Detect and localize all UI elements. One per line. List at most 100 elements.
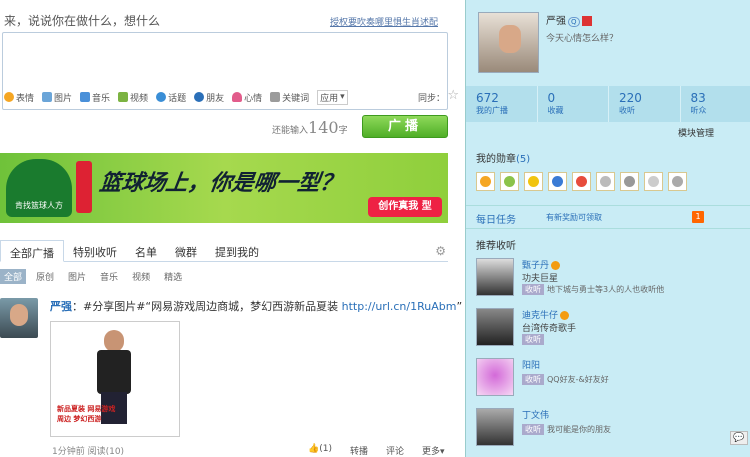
recommend-avatar[interactable] xyxy=(476,308,514,346)
recommend-name[interactable]: 迪克牛仔 xyxy=(522,308,570,321)
medal-icon[interactable] xyxy=(668,172,687,191)
rss-icon xyxy=(270,92,281,102)
stat-favorites[interactable]: 0 收藏 xyxy=(536,86,609,122)
like-button[interactable]: 👍(1) xyxy=(308,444,332,457)
photo-shirt xyxy=(97,350,131,394)
recommend-name[interactable]: 丁文伟 xyxy=(522,408,549,421)
tool-mood[interactable]: 心情 xyxy=(232,91,262,104)
medal-icon[interactable] xyxy=(572,172,591,191)
medal-icon[interactable] xyxy=(596,172,615,191)
medal-icon[interactable] xyxy=(524,172,543,191)
profile-name-row: 严强 Q xyxy=(546,12,592,27)
feed-item-text: 严强：#分享图片#“网易游戏周边商城，梦幻西游新品夏装 http://url.c… xyxy=(50,300,463,313)
tab-list[interactable]: 名单 xyxy=(126,240,166,261)
medal-icon[interactable] xyxy=(548,172,567,191)
composer-tip-link[interactable]: 授权要吹奏哪里惧生肖述配 xyxy=(330,15,438,28)
follow-button[interactable]: 收听 xyxy=(522,374,544,385)
recommend-item: 丁文伟 收听 我可能是你的朋友 xyxy=(476,408,746,448)
gear-icon[interactable]: ⚙ xyxy=(435,244,446,258)
drink-can-image xyxy=(76,161,92,213)
follow-button[interactable]: 收听 xyxy=(522,334,544,345)
stat-broadcasts[interactable]: 672 我的广播 xyxy=(466,86,537,122)
profile-status[interactable]: 今天心情怎么样？ xyxy=(546,31,618,44)
tool-apps[interactable]: 应用 ▾ xyxy=(317,89,348,105)
chat-icon[interactable]: 💬 xyxy=(730,431,748,445)
verified-icon xyxy=(560,311,570,320)
tool-video[interactable]: 视频 xyxy=(118,91,148,104)
comment-button[interactable]: 评论 xyxy=(386,444,404,457)
tab-mentions[interactable]: 提到我的 xyxy=(206,240,268,261)
recommend-item: 甄子丹 功夫巨星 收听 地下城与勇士等3人的人也收听他 xyxy=(476,258,746,298)
topic-icon xyxy=(156,92,167,102)
feed-image[interactable]: 新品夏装 网易游戏周边 梦幻西游 xyxy=(50,321,180,437)
more-button[interactable]: 更多▾ xyxy=(422,444,445,457)
feed-filters: 全部 原创 图片 音乐 视频 精选 xyxy=(0,269,186,284)
follow-button[interactable]: 收听 xyxy=(522,424,544,435)
vip-badge-icon xyxy=(581,16,592,26)
feed-link[interactable]: http://url.cn/1RuAbm xyxy=(342,300,457,313)
profile-avatar[interactable] xyxy=(478,12,539,73)
recommend-name[interactable]: 阳阳 xyxy=(522,358,540,371)
daily-task-link[interactable]: 有新奖励可领取 xyxy=(546,212,602,223)
medal-icon[interactable] xyxy=(476,172,495,191)
recommend-avatar[interactable] xyxy=(476,358,514,396)
filter-music[interactable]: 音乐 xyxy=(96,269,122,284)
banner-headline: 篮球场上，你是哪一型？ xyxy=(97,171,344,196)
filter-video[interactable]: 视频 xyxy=(128,269,154,284)
tab-special[interactable]: 特别收听 xyxy=(64,240,126,261)
chevron-down-icon: ▾ xyxy=(440,447,445,457)
module-manager-link[interactable]: 模块管理 xyxy=(678,126,714,139)
char-counter: 还能输入140字 xyxy=(272,118,348,137)
stat-followers[interactable]: 83 听众 xyxy=(679,86,750,122)
medal-icon[interactable] xyxy=(620,172,639,191)
tool-topic[interactable]: 话题 xyxy=(156,91,186,104)
tool-image[interactable]: 图片 xyxy=(42,91,72,104)
chevron-down-icon: ▾ xyxy=(340,92,345,102)
tab-groups[interactable]: 微群 xyxy=(166,240,206,261)
feed-author-name[interactable]: 严强 xyxy=(50,300,72,313)
verified-icon xyxy=(551,261,561,270)
medal-list xyxy=(476,172,687,191)
star-icon[interactable]: ☆ xyxy=(447,88,459,103)
recommend-reason: 收听 QQ好友-&好友好 xyxy=(522,374,609,385)
profile-stats: 672 我的广播 0 收藏 220 收听 83 听众 xyxy=(466,86,750,122)
recommend-name[interactable]: 甄子丹 xyxy=(522,258,561,271)
follow-button[interactable]: 收听 xyxy=(522,284,544,295)
stat-following[interactable]: 220 收听 xyxy=(608,86,680,122)
medal-icon[interactable] xyxy=(500,172,519,191)
feed-author-avatar[interactable] xyxy=(0,298,38,338)
sync-label: 同步： xyxy=(417,94,445,104)
filter-original[interactable]: 原创 xyxy=(32,269,58,284)
photo-head xyxy=(104,330,124,352)
repost-button[interactable]: 转播 xyxy=(350,444,368,457)
filter-all[interactable]: 全部 xyxy=(0,269,27,284)
profile-name[interactable]: 严强 xyxy=(546,16,566,27)
recommend-avatar[interactable] xyxy=(476,408,514,446)
tool-friend[interactable]: 朋友 xyxy=(194,91,224,104)
tool-keyword[interactable]: 关键词 xyxy=(270,91,309,104)
tool-music[interactable]: 音乐 xyxy=(80,91,110,104)
daily-task: 每日任务 有新奖励可领取 1 xyxy=(466,205,750,229)
medal-icon[interactable] xyxy=(644,172,663,191)
avatar-face xyxy=(10,304,28,326)
tab-all[interactable]: 全部广播 xyxy=(0,240,64,262)
recommend-reason: 收听 地下城与勇士等3人的人也收听他 xyxy=(522,284,664,295)
recommend-reason: 收听 我可能是你的朋友 xyxy=(522,424,611,435)
recommend-title: 推荐收听 xyxy=(476,241,516,252)
friend-icon xyxy=(194,92,205,102)
daily-task-title[interactable]: 每日任务 xyxy=(476,211,516,226)
tool-emoji[interactable]: 表情 xyxy=(4,91,34,104)
image-icon xyxy=(42,92,53,102)
music-icon xyxy=(80,92,91,102)
banner-cta-button[interactable]: 创作真我 型 xyxy=(368,197,442,217)
filter-featured[interactable]: 精选 xyxy=(160,269,186,284)
brand-logo: 肯找篮球人方 xyxy=(6,159,72,217)
ad-banner[interactable]: 肯找篮球人方 篮球场上，你是哪一型？ 创作真我 型 xyxy=(0,153,448,223)
sidebar: 严强 Q 今天心情怎么样？ 672 我的广播 0 收藏 220 收听 83 听众 模块管理… xyxy=(465,0,750,457)
recommend-avatar[interactable] xyxy=(476,258,514,296)
post-button[interactable]: 广播 xyxy=(362,115,448,138)
avatar-face xyxy=(499,25,521,53)
medals-title[interactable]: 我的勋章(5) xyxy=(476,150,530,165)
filter-image[interactable]: 图片 xyxy=(64,269,90,284)
feed-meta: 1分钟前 阅读(10) xyxy=(52,447,125,457)
